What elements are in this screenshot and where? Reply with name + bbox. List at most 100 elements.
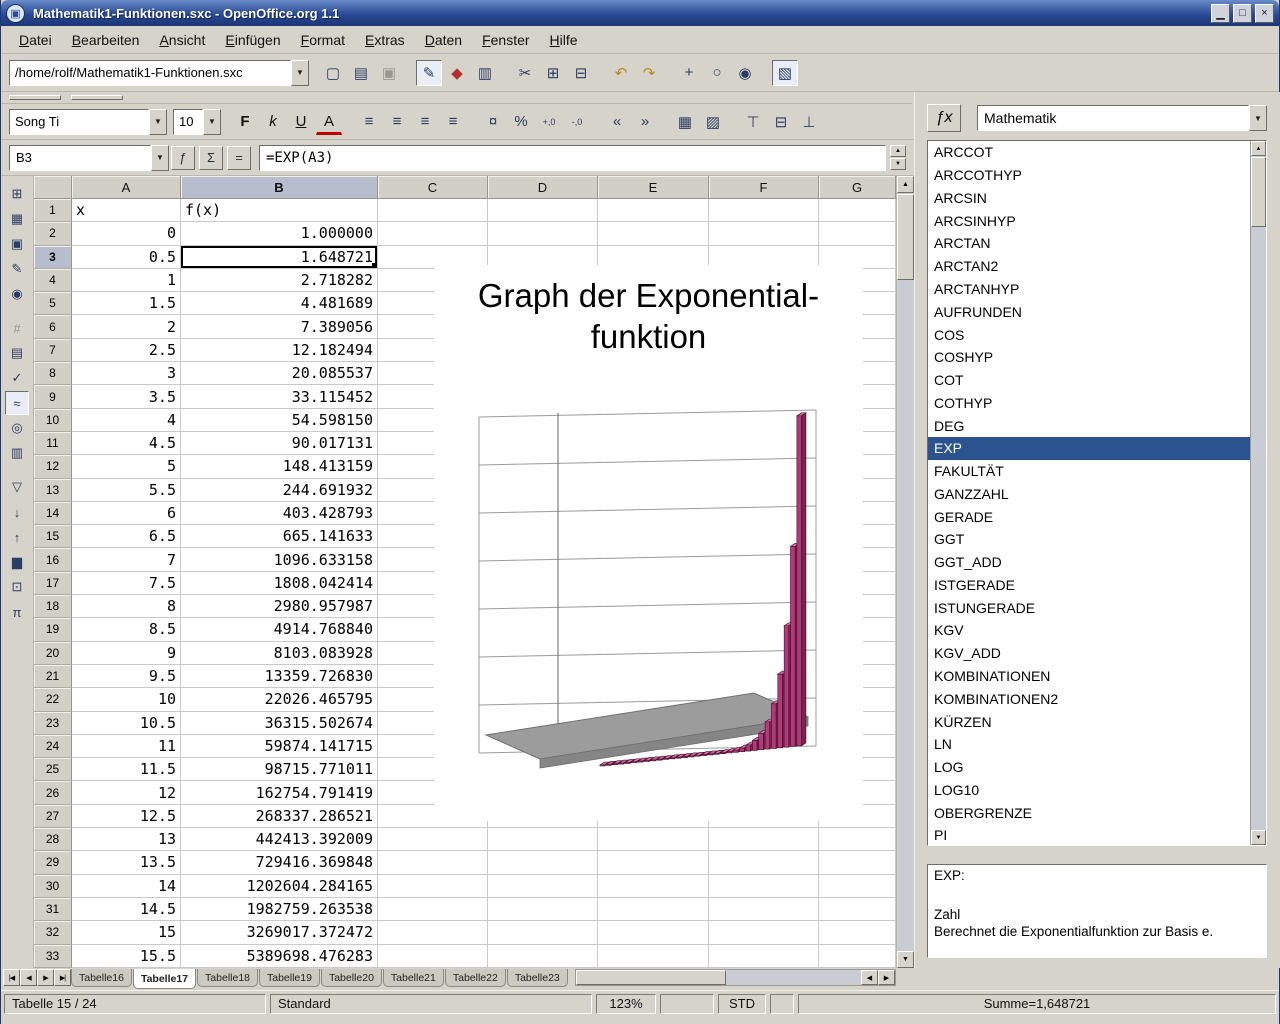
insert-fields-icon[interactable]: #: [5, 316, 29, 340]
cell[interactable]: [598, 921, 709, 944]
function-item-arcsinhyp[interactable]: ARCSINHYP: [928, 209, 1250, 232]
cell[interactable]: 729416.369848: [181, 851, 378, 874]
align-justify-icon[interactable]: ≡: [440, 109, 466, 135]
edit-mode-icon[interactable]: ✎: [416, 60, 442, 86]
align-left-icon[interactable]: ≡: [356, 109, 382, 135]
formula-bar-up-icon[interactable]: ▲: [890, 145, 906, 157]
cell-reference-value[interactable]: B3: [9, 145, 151, 171]
cell[interactable]: 8.5: [72, 618, 181, 641]
export-pdf-icon[interactable]: ◆: [444, 60, 470, 86]
copy-icon[interactable]: ⊞: [540, 60, 566, 86]
list-scroll-up-icon[interactable]: ▲: [1251, 141, 1266, 156]
cell[interactable]: 11: [72, 735, 181, 758]
cell[interactable]: 2.718282: [181, 269, 378, 292]
function-item-kürzen[interactable]: KÜRZEN: [928, 710, 1250, 733]
row-header-3[interactable]: 3: [34, 246, 72, 269]
sum-button[interactable]: Σ: [199, 146, 223, 170]
sheet-tab-tabelle18[interactable]: Tabelle18: [197, 969, 258, 987]
function-category-value[interactable]: Mathematik: [977, 105, 1249, 131]
cell[interactable]: 1096.633158: [181, 548, 378, 571]
cell[interactable]: [488, 851, 598, 874]
list-scroll-down-icon[interactable]: ▼: [1251, 830, 1266, 845]
sheet-tab-tabelle16[interactable]: Tabelle16: [71, 969, 132, 987]
cell[interactable]: [709, 828, 819, 851]
function-item-pi[interactable]: PI: [928, 824, 1250, 845]
row-header-13[interactable]: 13: [34, 479, 72, 502]
cell[interactable]: 33.115452: [181, 385, 378, 408]
row-header-24[interactable]: 24: [34, 735, 72, 758]
url-dropdown-icon[interactable]: ▼: [291, 60, 309, 86]
function-item-ln[interactable]: LN: [928, 733, 1250, 756]
cell[interactable]: [819, 222, 896, 245]
insert-cells-icon[interactable]: ▦: [5, 207, 29, 231]
formula-bar-down-icon[interactable]: ▼: [890, 158, 906, 170]
function-item-ggt[interactable]: GGT: [928, 528, 1250, 551]
font-size-input[interactable]: [174, 110, 202, 134]
function-category-dropdown-icon[interactable]: ▼: [1249, 105, 1267, 131]
background-color-icon[interactable]: ▨: [700, 109, 726, 135]
formula-button[interactable]: =: [227, 146, 251, 170]
cell[interactable]: [598, 222, 709, 245]
next-sheet-button[interactable]: ▶: [37, 969, 54, 986]
cell[interactable]: [709, 898, 819, 921]
cell[interactable]: [819, 898, 896, 921]
align-top-icon[interactable]: ⊤: [740, 109, 766, 135]
hyperlink-icon[interactable]: ○: [704, 60, 730, 86]
print-icon[interactable]: ▥: [472, 60, 498, 86]
cell[interactable]: 7.5: [72, 572, 181, 595]
paste-icon[interactable]: ⊟: [568, 60, 594, 86]
filter-icon[interactable]: ▽: [5, 475, 29, 499]
sheet-tab-tabelle17[interactable]: Tabelle17: [133, 969, 196, 989]
row-header-6[interactable]: 6: [34, 315, 72, 338]
row-header-21[interactable]: 21: [34, 665, 72, 688]
cell[interactable]: 665.141633: [181, 525, 378, 548]
scroll-right-icon[interactable]: ▶: [878, 970, 895, 985]
row-header-23[interactable]: 23: [34, 712, 72, 735]
sheet-tab-tabelle21[interactable]: Tabelle21: [383, 969, 444, 987]
navigator-icon[interactable]: +: [676, 60, 702, 86]
function-item-fakultät[interactable]: FAKULTÄT: [928, 460, 1250, 483]
function-item-log10[interactable]: LOG10: [928, 778, 1250, 801]
menu-extras[interactable]: Extras: [355, 28, 415, 52]
cell[interactable]: 2.5: [72, 339, 181, 362]
row-header-19[interactable]: 19: [34, 618, 72, 641]
datasource-icon[interactable]: ◉: [732, 60, 758, 86]
cell[interactable]: [488, 199, 598, 222]
window-menu-button[interactable]: ▣: [6, 4, 25, 23]
selection-handle[interactable]: [372, 263, 377, 268]
previous-sheet-button[interactable]: ◀: [20, 969, 37, 986]
cell[interactable]: 268337.286521: [181, 805, 378, 828]
font-name-input[interactable]: [10, 110, 148, 134]
function-item-log[interactable]: LOG: [928, 756, 1250, 779]
scroll-down-icon[interactable]: ▼: [897, 951, 914, 968]
status-zoom[interactable]: 123%: [596, 994, 656, 1014]
cell[interactable]: [488, 945, 598, 968]
cell[interactable]: 0: [72, 222, 181, 245]
formula-input[interactable]: [260, 146, 885, 170]
close-button[interactable]: ×: [1255, 4, 1274, 23]
undo-icon[interactable]: ↶: [608, 60, 634, 86]
column-header-f[interactable]: F: [709, 176, 819, 199]
function-item-obergrenze[interactable]: OBERGRENZE: [928, 801, 1250, 824]
function-item-istungerade[interactable]: ISTUNGERADE: [928, 596, 1250, 619]
cell[interactable]: 54.598150: [181, 409, 378, 432]
menu-bearbeiten[interactable]: Bearbeiten: [62, 28, 150, 52]
cell[interactable]: [709, 199, 819, 222]
function-autopilot-button[interactable]: ƒ: [171, 146, 195, 170]
function-item-kombinationen2[interactable]: KOMBINATIONEN2: [928, 687, 1250, 710]
row-header-22[interactable]: 22: [34, 688, 72, 711]
new-document-icon[interactable]: ▢: [320, 60, 346, 86]
group-icon[interactable]: ⊡: [5, 575, 29, 599]
url-input[interactable]: [10, 61, 290, 85]
titlebar[interactable]: ▣ Mathematik1-Funktionen.sxc - OpenOffic…: [1, 0, 1279, 26]
cell[interactable]: [819, 199, 896, 222]
form-controls-icon[interactable]: ◉: [5, 282, 29, 306]
find-replace-icon[interactable]: ◎: [5, 416, 29, 440]
embedded-chart[interactable]: Graph der Exponential- funktion: [434, 265, 863, 821]
toolbar-grip-handle[interactable]: [71, 95, 123, 100]
row-header-17[interactable]: 17: [34, 572, 72, 595]
align-right-icon[interactable]: ≡: [412, 109, 438, 135]
cell[interactable]: [488, 875, 598, 898]
font-color-icon[interactable]: A: [316, 111, 342, 135]
function-item-arctanhyp[interactable]: ARCTANHYP: [928, 278, 1250, 301]
